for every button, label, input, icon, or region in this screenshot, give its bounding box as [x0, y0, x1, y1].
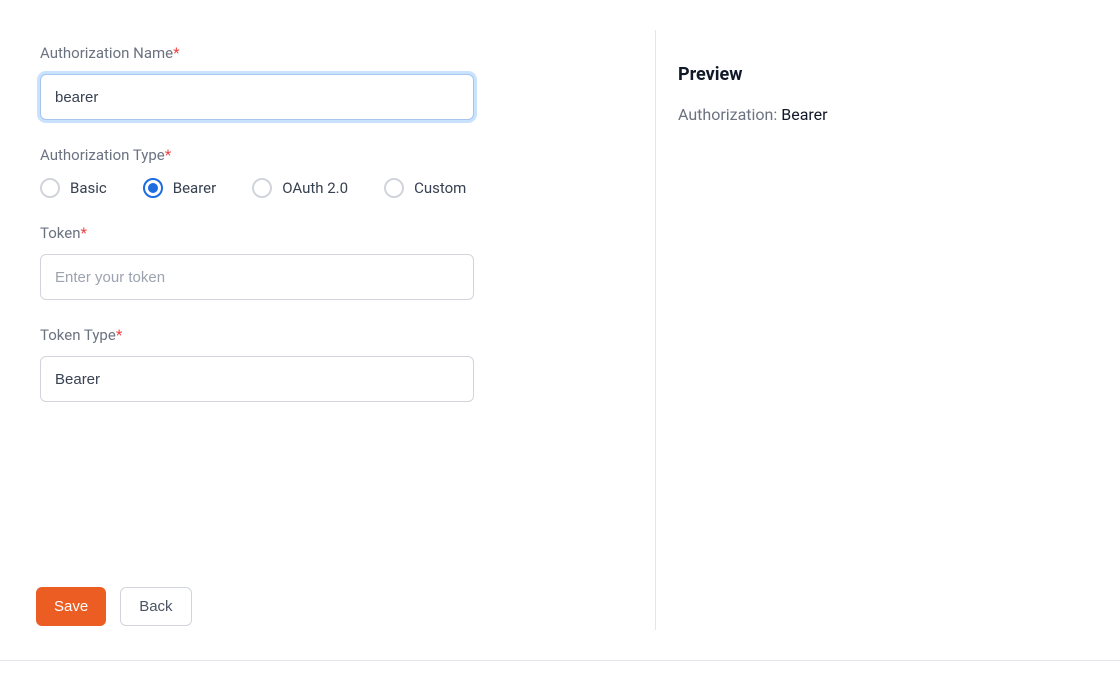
auth-type-label: Authorization Type*	[40, 146, 615, 164]
radio-circle-icon	[40, 178, 60, 198]
auth-name-label: Authorization Name*	[40, 44, 615, 62]
radio-dot-icon	[148, 183, 158, 193]
radio-basic[interactable]: Basic	[40, 178, 107, 198]
radio-circle-icon	[143, 178, 163, 198]
radio-label: OAuth 2.0	[282, 179, 348, 197]
preview-line: Authorization: Bearer	[678, 105, 1090, 124]
required-mark: *	[116, 326, 122, 344]
preview-value: Bearer	[781, 105, 827, 124]
back-button[interactable]: Back	[120, 587, 191, 626]
radio-bearer[interactable]: Bearer	[143, 178, 216, 198]
form-panel: Authorization Name* Authorization Type* …	[0, 0, 655, 660]
token-label: Token*	[40, 224, 615, 242]
radio-label: Bearer	[173, 179, 216, 197]
token-input[interactable]	[40, 254, 474, 300]
required-mark: *	[80, 224, 86, 242]
bottom-divider	[0, 660, 1120, 661]
auth-name-input[interactable]	[40, 74, 474, 120]
button-row: Save Back	[36, 587, 192, 626]
radio-custom[interactable]: Custom	[384, 178, 466, 198]
auth-type-group: Authorization Type* Basic Bearer OAuth 2…	[40, 146, 615, 198]
token-type-label: Token Type*	[40, 326, 615, 344]
token-type-group: Token Type*	[40, 326, 615, 402]
auth-name-group: Authorization Name*	[40, 44, 615, 120]
save-button[interactable]: Save	[36, 587, 106, 626]
radio-label: Basic	[70, 179, 107, 197]
auth-type-radio-group: Basic Bearer OAuth 2.0 Custom	[40, 178, 615, 198]
preview-key: Authorization:	[678, 105, 781, 124]
required-mark: *	[165, 146, 171, 164]
required-mark: *	[173, 44, 179, 62]
preview-panel: Preview Authorization: Bearer	[655, 30, 1120, 630]
radio-label: Custom	[414, 179, 466, 197]
radio-circle-icon	[252, 178, 272, 198]
radio-oauth[interactable]: OAuth 2.0	[252, 178, 348, 198]
preview-title: Preview	[678, 64, 1090, 85]
token-type-input[interactable]	[40, 356, 474, 402]
radio-circle-icon	[384, 178, 404, 198]
token-group: Token*	[40, 224, 615, 300]
